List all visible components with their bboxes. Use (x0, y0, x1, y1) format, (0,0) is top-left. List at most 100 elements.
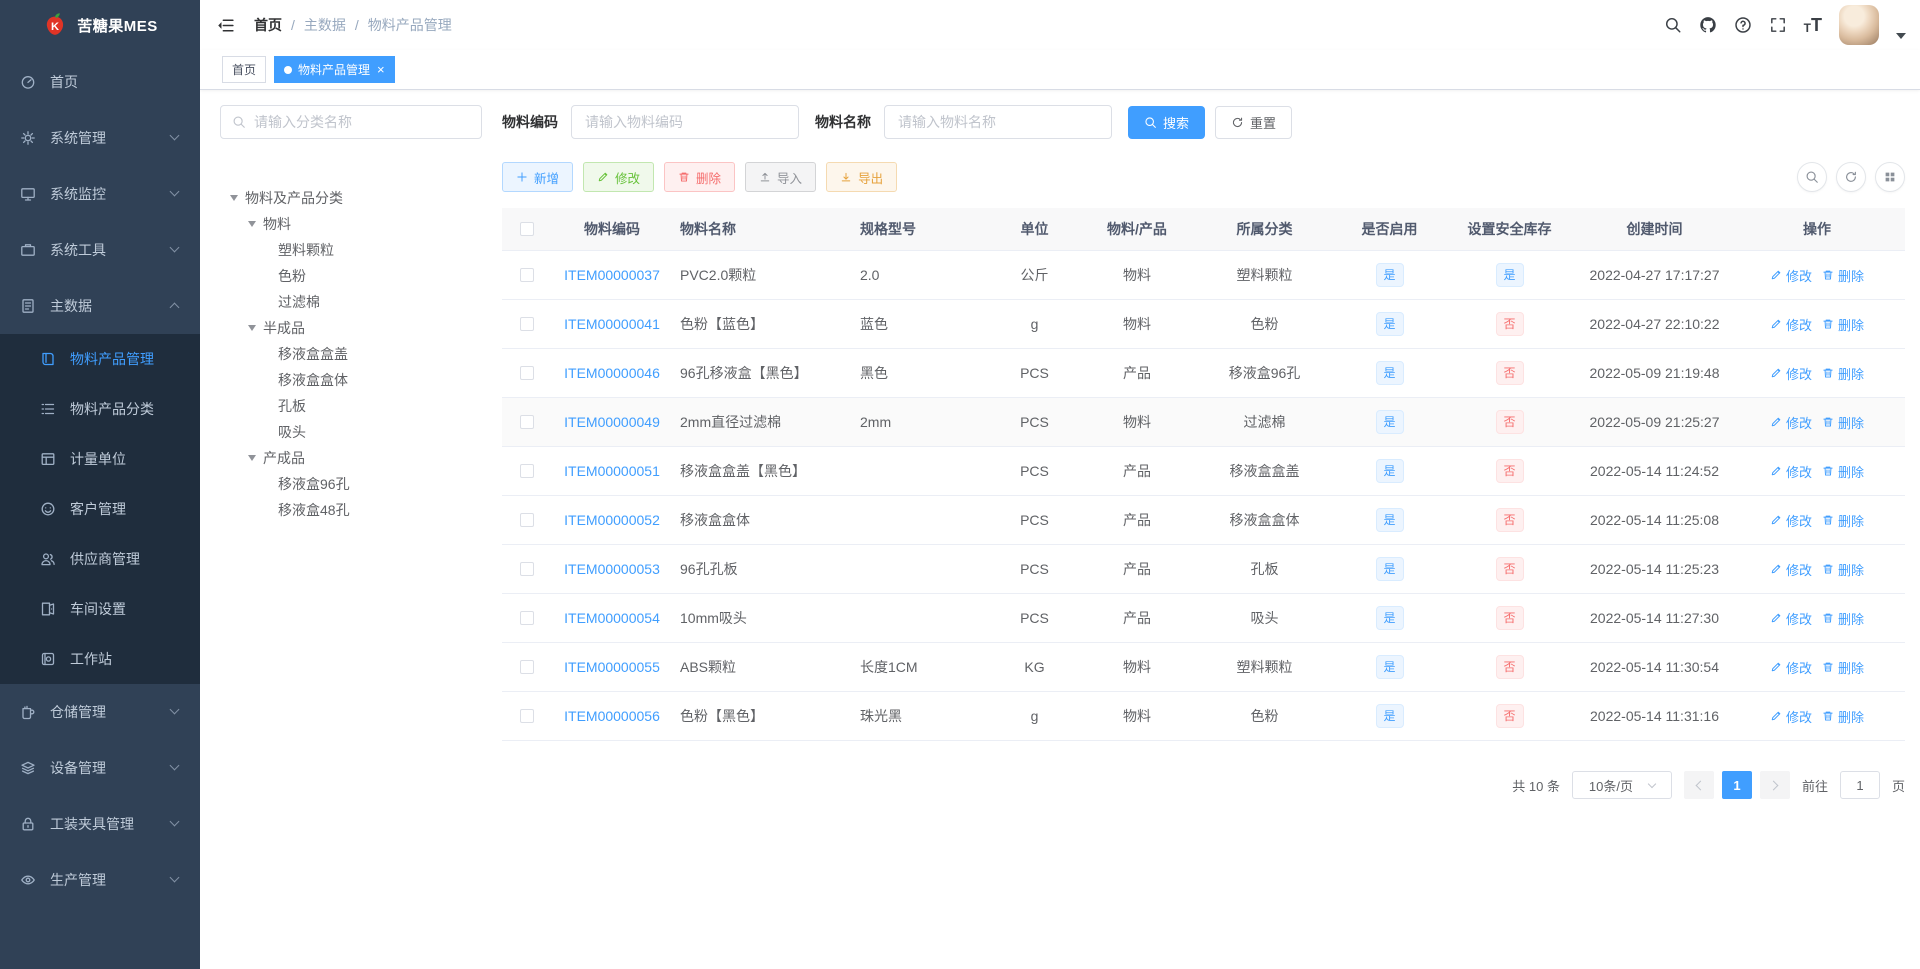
sidebar-item-系统监控[interactable]: 系统监控 (0, 166, 200, 222)
sidebar-item-设备管理[interactable]: 设备管理 (0, 740, 200, 796)
sidebar-item-计量单位[interactable]: 计量单位 (0, 434, 200, 484)
edit-row-link[interactable]: 修改 (1770, 315, 1812, 334)
table-row[interactable]: ITEM00000052 移液盒盒体 PCS 产品 移液盒盒体 是 否 2022-05-14 … (502, 496, 1905, 545)
row-checkbox[interactable] (520, 366, 534, 380)
current-page-button[interactable]: 1 (1721, 771, 1752, 799)
edit-button[interactable]: 修改 (583, 162, 655, 192)
row-checkbox[interactable] (520, 464, 534, 478)
goto-page-input[interactable] (1839, 771, 1880, 799)
toggle-search-button[interactable] (1797, 162, 1827, 192)
delete-button[interactable]: 删除 (664, 162, 736, 192)
row-checkbox[interactable] (520, 415, 534, 429)
app-logo[interactable]: K 苦糖果MES (0, 0, 200, 50)
table-row[interactable]: ITEM00000051 移液盒盒盖【黑色】 PCS 产品 移液盒盒盖 是 否 2022-05… (502, 447, 1905, 496)
table-row[interactable]: ITEM00000053 96孔孔板 PCS 产品 孔板 是 否 2022-05-14 11:… (502, 545, 1905, 594)
edit-row-link[interactable]: 修改 (1770, 658, 1812, 677)
page-size-select[interactable]: 10条/页 (1571, 771, 1672, 799)
table-row[interactable]: ITEM00000049 2mm直径过滤棉 2mm PCS 物料 过滤棉 是 否 2022-05… (502, 398, 1905, 447)
tree-node-孔板[interactable]: 孔板 (220, 393, 482, 419)
sidebar-item-系统工具[interactable]: 系统工具 (0, 222, 200, 278)
tree-node-半成品[interactable]: 半成品 (220, 315, 482, 341)
tree-node-移液盒96孔[interactable]: 移液盒96孔 (220, 471, 482, 497)
sidebar-item-工装夹具管理[interactable]: 工装夹具管理 (0, 796, 200, 852)
delete-row-link[interactable]: 删除 (1822, 413, 1864, 432)
breadcrumb-home[interactable]: 首页 (254, 15, 282, 35)
sidebar-item-客户管理[interactable]: 客户管理 (0, 484, 200, 534)
close-tab-icon[interactable]: × (377, 63, 385, 76)
tree-node-移液盒48孔[interactable]: 移液盒48孔 (220, 497, 482, 523)
tab-material-product[interactable]: 物料产品管理 × (274, 56, 395, 83)
tree-node-物料及产品分类[interactable]: 物料及产品分类 (220, 185, 482, 211)
select-all-checkbox[interactable] (520, 222, 534, 236)
sidebar-toggle-button[interactable] (200, 0, 250, 50)
category-search-input[interactable] (254, 114, 470, 130)
table-row[interactable]: ITEM00000054 10mm吸头 PCS 产品 吸头 是 否 2022-05-14 11… (502, 594, 1905, 643)
material-code-link[interactable]: ITEM00000056 (564, 708, 660, 724)
row-checkbox[interactable] (520, 611, 534, 625)
material-code-link[interactable]: ITEM00000053 (564, 561, 660, 577)
edit-row-link[interactable]: 修改 (1770, 364, 1812, 383)
font-size-icon[interactable]: TT (1804, 16, 1822, 34)
table-row[interactable]: ITEM00000055 ABS颗粒 长度1CM KG 物料 塑料颗粒 是 否 2022-05-… (502, 643, 1905, 692)
material-code-link[interactable]: ITEM00000049 (564, 414, 660, 430)
search-icon[interactable] (1664, 16, 1682, 34)
tree-expand-caret-icon[interactable] (230, 195, 238, 201)
edit-row-link[interactable]: 修改 (1770, 413, 1812, 432)
edit-row-link[interactable]: 修改 (1770, 609, 1812, 628)
material-code-link[interactable]: ITEM00000046 (564, 365, 660, 381)
tree-node-移液盒盒体[interactable]: 移液盒盒体 (220, 367, 482, 393)
sidebar-item-物料产品管理[interactable]: 物料产品管理 (0, 334, 200, 384)
tab-home[interactable]: 首页 (222, 56, 267, 83)
delete-row-link[interactable]: 删除 (1822, 364, 1864, 383)
edit-row-link[interactable]: 修改 (1770, 560, 1812, 579)
column-settings-button[interactable] (1875, 162, 1905, 192)
table-row[interactable]: ITEM00000056 色粉【黑色】 珠光黑 g 物料 色粉 是 否 2022-05-14 1… (502, 692, 1905, 741)
edit-row-link[interactable]: 修改 (1770, 266, 1812, 285)
refresh-table-button[interactable] (1836, 162, 1866, 192)
name-filter-input[interactable] (884, 105, 1112, 139)
tree-node-吸头[interactable]: 吸头 (220, 419, 482, 445)
delete-row-link[interactable]: 删除 (1822, 266, 1864, 285)
import-button[interactable]: 导入 (745, 162, 817, 192)
tree-node-过滤棉[interactable]: 过滤棉 (220, 289, 482, 315)
tree-node-塑料颗粒[interactable]: 塑料颗粒 (220, 237, 482, 263)
delete-row-link[interactable]: 删除 (1822, 315, 1864, 334)
material-code-link[interactable]: ITEM00000052 (564, 512, 660, 528)
row-checkbox[interactable] (520, 709, 534, 723)
sidebar-item-主数据[interactable]: 主数据 (0, 278, 200, 334)
sidebar-item-生产管理[interactable]: 生产管理 (0, 852, 200, 908)
material-code-link[interactable]: ITEM00000054 (564, 610, 660, 626)
table-row[interactable]: ITEM00000041 色粉【蓝色】 蓝色 g 物料 色粉 是 否 2022-04-27 22… (502, 300, 1905, 349)
fullscreen-icon[interactable] (1769, 16, 1787, 34)
delete-row-link[interactable]: 删除 (1822, 707, 1864, 726)
tree-expand-caret-icon[interactable] (248, 455, 256, 461)
row-checkbox[interactable] (520, 268, 534, 282)
code-filter-input[interactable] (571, 105, 799, 139)
row-checkbox[interactable] (520, 660, 534, 674)
tree-node-移液盒盒盖[interactable]: 移液盒盒盖 (220, 341, 482, 367)
edit-row-link[interactable]: 修改 (1770, 707, 1812, 726)
row-checkbox[interactable] (520, 317, 534, 331)
material-code-link[interactable]: ITEM00000041 (564, 316, 660, 332)
search-button[interactable]: 搜索 (1128, 105, 1206, 139)
table-row[interactable]: ITEM00000037 PVC2.0颗粒 2.0 公斤 物料 塑料颗粒 是 是 2022-04… (502, 251, 1905, 300)
delete-row-link[interactable]: 删除 (1822, 462, 1864, 481)
material-code-link[interactable]: ITEM00000037 (564, 267, 660, 283)
row-checkbox[interactable] (520, 513, 534, 527)
material-code-link[interactable]: ITEM00000051 (564, 463, 660, 479)
caret-down-icon[interactable] (1896, 33, 1906, 39)
export-button[interactable]: 导出 (826, 162, 898, 192)
tree-node-产成品[interactable]: 产成品 (220, 445, 482, 471)
tree-node-物料[interactable]: 物料 (220, 211, 482, 237)
sidebar-item-系统管理[interactable]: 系统管理 (0, 110, 200, 166)
next-page-button[interactable] (1759, 771, 1790, 799)
delete-row-link[interactable]: 删除 (1822, 560, 1864, 579)
tree-node-色粉[interactable]: 色粉 (220, 263, 482, 289)
add-button[interactable]: 新增 (502, 162, 574, 192)
sidebar-item-供应商管理[interactable]: 供应商管理 (0, 534, 200, 584)
delete-row-link[interactable]: 删除 (1822, 609, 1864, 628)
sidebar-item-首页[interactable]: 首页 (0, 54, 200, 110)
github-icon[interactable] (1699, 16, 1717, 34)
prev-page-button[interactable] (1683, 771, 1714, 799)
sidebar-item-车间设置[interactable]: 车间设置 (0, 584, 200, 634)
